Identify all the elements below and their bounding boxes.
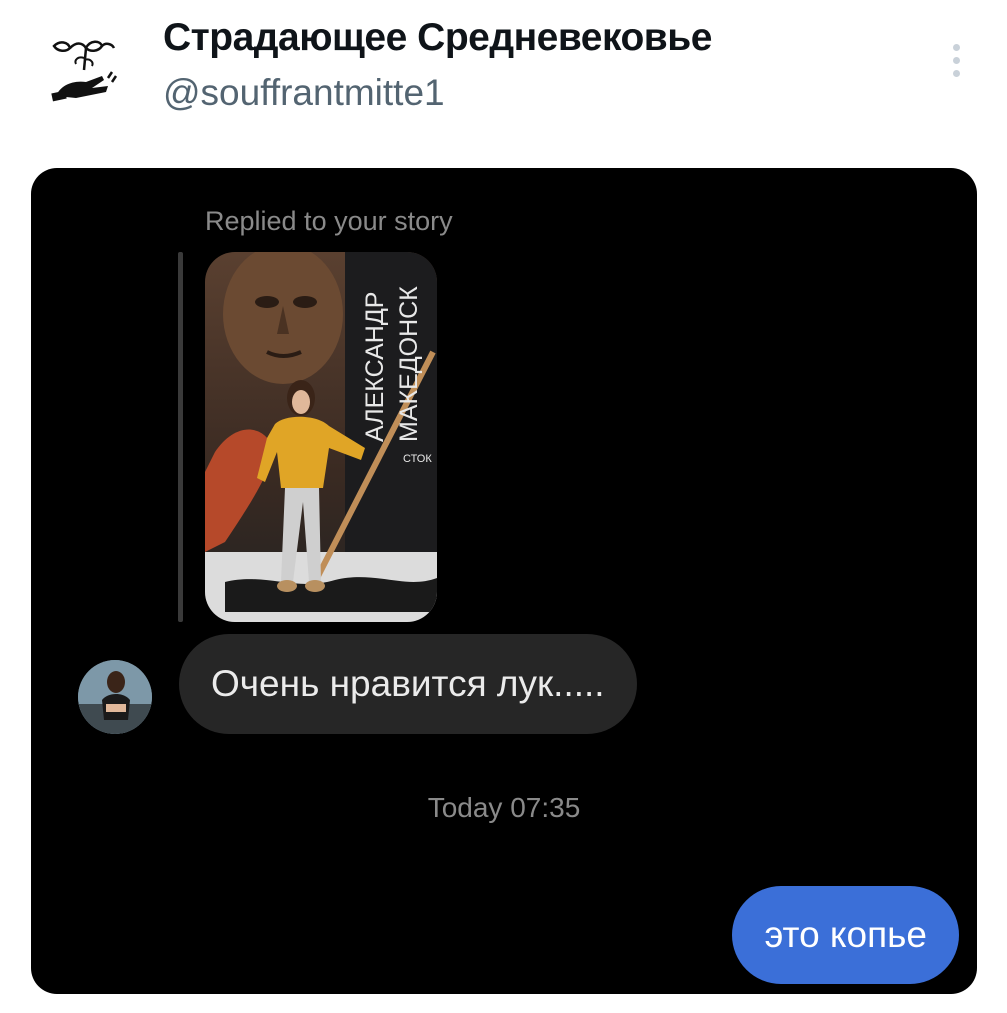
outgoing-message-bubble[interactable]: это копье	[732, 886, 959, 984]
message-timestamp: Today 07:35	[427, 792, 581, 823]
embedded-chat-screenshot[interactable]: Replied to your story АЛЕКСАНДР МАКЕДОНС…	[31, 168, 977, 994]
poster-title-line2: МАКЕДОНСК	[395, 286, 423, 442]
vertical-ellipsis-icon[interactable]	[942, 40, 970, 80]
incoming-message-bubble[interactable]: Очень нравится лук.....	[179, 634, 637, 734]
dot	[953, 70, 960, 77]
avatar[interactable]	[78, 660, 152, 734]
replied-to-story-label: Replied to your story	[205, 206, 453, 236]
medieval-seedling-hand-icon[interactable]	[46, 36, 122, 106]
incoming-message-text: Очень нравится лук.....	[211, 663, 605, 704]
user-handle[interactable]: @souffrantmitte1	[163, 72, 445, 114]
story-thumbnail[interactable]: АЛЕКСАНДР МАКЕДОНСК СТОК	[205, 252, 437, 622]
tweet-header: Страдающее Средневековье @souffrantmitte…	[0, 0, 1007, 160]
outgoing-message-text: это копье	[764, 914, 927, 955]
poster-title-line1: АЛЕКСАНДР	[361, 292, 389, 442]
story-reply-bar	[178, 252, 183, 622]
poster-subtitle: СТОК	[403, 453, 432, 465]
display-name[interactable]: Страдающее Средневековье	[163, 16, 712, 60]
dot	[953, 57, 960, 64]
dot	[953, 44, 960, 51]
